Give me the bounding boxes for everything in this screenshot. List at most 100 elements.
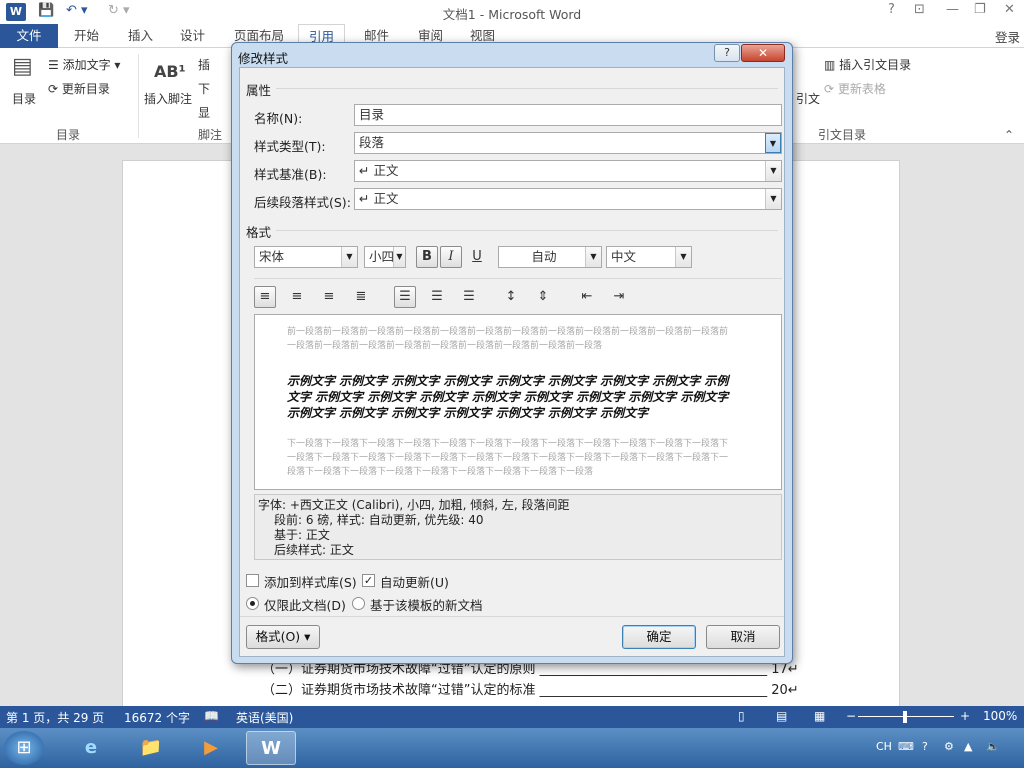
- chevron-down-icon[interactable]: ▼: [765, 161, 781, 181]
- settings-tray-icon[interactable]: ⚙: [944, 740, 954, 753]
- insert-endnote-button[interactable]: 插: [198, 56, 210, 73]
- add-to-gallery-checkbox[interactable]: [246, 574, 259, 587]
- modify-style-dialog: 修改样式 ? ✕ 属性 名称(N): 目录 样式类型(T): 段落 ▼ 样式基准(…: [231, 42, 793, 664]
- tab-home[interactable]: 开始: [64, 24, 109, 48]
- increase-para-spacing-icon[interactable]: ↕: [500, 286, 522, 308]
- format-menu-button[interactable]: 格式(O) ▾: [246, 625, 320, 649]
- page-count[interactable]: 第 1 页，共 29 页: [6, 709, 104, 726]
- next-style-select[interactable]: ↵ 正文 ▼: [354, 188, 782, 210]
- chevron-down-icon[interactable]: ▼: [585, 247, 601, 267]
- title-bar: W 💾 ↶ ▾ ↻ ▾ 文档1 - Microsoft Word ? ⊡ — ❐…: [0, 0, 1024, 24]
- toc-icon[interactable]: ▤: [12, 54, 33, 79]
- tab-insert[interactable]: 插入: [118, 24, 163, 48]
- toc-line-2[interactable]: （二）证券期货市场技术故障“过错”认定的标准 _________________…: [262, 679, 799, 698]
- only-this-document-radio[interactable]: [246, 597, 259, 610]
- minimize-icon[interactable]: —: [946, 2, 959, 17]
- collapse-ribbon-icon[interactable]: ⌃: [1004, 128, 1014, 142]
- chevron-down-icon[interactable]: ▼: [675, 247, 691, 267]
- dialog-title: 修改样式: [238, 51, 289, 66]
- word-count[interactable]: 16672 个字: [124, 709, 190, 726]
- restore-icon[interactable]: ❐: [974, 2, 986, 17]
- one-half-spacing-icon[interactable]: ☰: [426, 286, 448, 308]
- start-button-icon[interactable]: ⊞: [4, 731, 44, 765]
- chevron-down-icon[interactable]: ▼: [765, 133, 781, 153]
- chevron-down-icon[interactable]: ▼: [393, 247, 405, 267]
- status-bar: 第 1 页，共 29 页 16672 个字 📖 英语(美国) ▯ ▤ ▦ − +…: [0, 706, 1024, 728]
- show-notes-button[interactable]: 显: [198, 104, 210, 121]
- close-icon[interactable]: ✕: [1004, 2, 1015, 17]
- style-type-select[interactable]: 段落 ▼: [354, 132, 782, 154]
- new-docs-template-label[interactable]: 基于该模板的新文档: [370, 595, 483, 614]
- language-select[interactable]: 中文 ▼: [606, 246, 692, 268]
- only-this-document-label[interactable]: 仅限此文档(D): [264, 595, 346, 614]
- update-toc-button[interactable]: ⟳ 更新目录: [48, 80, 110, 97]
- add-to-gallery-label[interactable]: 添加到样式库(S): [264, 572, 357, 591]
- media-player-icon[interactable]: ▶: [186, 731, 236, 765]
- underline-button[interactable]: U: [466, 246, 488, 268]
- proofing-icon[interactable]: 📖: [204, 709, 219, 723]
- help-icon[interactable]: ?: [888, 2, 895, 17]
- tab-file[interactable]: 文件: [0, 24, 58, 48]
- dialog-help-button[interactable]: ?: [714, 44, 740, 62]
- language-indicator[interactable]: 英语(美国): [236, 709, 293, 726]
- double-spacing-icon[interactable]: ☰: [458, 286, 480, 308]
- decrease-indent-icon[interactable]: ⇤: [576, 286, 598, 308]
- zoom-out-icon[interactable]: −: [846, 709, 856, 723]
- justify-icon[interactable]: ≣: [350, 286, 372, 308]
- add-text-button[interactable]: ☰ 添加文字 ▾: [48, 56, 120, 73]
- align-left-icon[interactable]: ≡: [254, 286, 276, 308]
- sign-in-link[interactable]: 登录: [995, 27, 1020, 46]
- font-color-select[interactable]: 自动 ▼: [498, 246, 602, 268]
- insert-footnote-button[interactable]: 插入脚注: [144, 90, 192, 107]
- group-divider: [138, 54, 139, 138]
- align-right-icon[interactable]: ≡: [318, 286, 340, 308]
- ribbon-display-icon[interactable]: ⊡: [914, 2, 925, 17]
- print-layout-icon[interactable]: ▤: [776, 709, 787, 723]
- auto-update-checkbox[interactable]: ✓: [362, 574, 375, 587]
- chevron-down-icon[interactable]: ▼: [341, 247, 357, 267]
- volume-icon[interactable]: 🔈: [986, 740, 1000, 753]
- increase-indent-icon[interactable]: ⇥: [608, 286, 630, 308]
- zoom-slider-handle[interactable]: [903, 711, 907, 723]
- taskbar: ⊞ e 📁 ▶ W CH ⌨ ? ⚙ ▲ 🔈: [0, 728, 1024, 768]
- dialog-close-button[interactable]: ✕: [741, 44, 785, 62]
- section-format: 格式: [246, 225, 272, 240]
- font-select[interactable]: 宋体 ▼: [254, 246, 358, 268]
- keyboard-icon[interactable]: ⌨: [898, 740, 914, 753]
- file-explorer-icon[interactable]: 📁: [126, 731, 176, 765]
- auto-update-label[interactable]: 自动更新(U): [380, 572, 449, 591]
- help-tray-icon[interactable]: ?: [922, 740, 928, 753]
- italic-button[interactable]: I: [440, 246, 462, 268]
- show-hidden-icons-icon[interactable]: ▲: [964, 740, 972, 753]
- decrease-para-spacing-icon[interactable]: ⇕: [532, 286, 554, 308]
- style-description: 字体: +西文正文 (Calibri), 小四, 加粗, 倾斜, 左, 段落间距…: [254, 494, 782, 560]
- tab-design[interactable]: 设计: [170, 24, 215, 48]
- ok-button[interactable]: 确定: [622, 625, 696, 649]
- update-table-button[interactable]: ⟳ 更新表格: [824, 80, 886, 97]
- window-title: 文档1 - Microsoft Word: [442, 7, 582, 22]
- insert-toa-button[interactable]: ▥ 插入引文目录: [824, 56, 911, 73]
- toc-button[interactable]: 目录: [12, 90, 36, 107]
- input-language[interactable]: CH: [876, 740, 892, 753]
- chevron-down-icon[interactable]: ▼: [765, 189, 781, 209]
- zoom-in-icon[interactable]: +: [960, 709, 970, 723]
- description-line: 基于: 正文: [274, 528, 330, 542]
- section-divider: [276, 88, 778, 89]
- cancel-button[interactable]: 取消: [706, 625, 780, 649]
- zoom-level[interactable]: 100%: [983, 709, 1017, 723]
- word-taskbar-icon[interactable]: W: [246, 731, 296, 765]
- read-mode-icon[interactable]: ▯: [738, 709, 745, 723]
- name-input[interactable]: 目录: [354, 104, 782, 126]
- next-footnote-button[interactable]: 下: [198, 80, 210, 97]
- new-docs-template-radio[interactable]: [352, 597, 365, 610]
- font-size-select[interactable]: 小四 ▼: [364, 246, 406, 268]
- align-center-icon[interactable]: ≡: [286, 286, 308, 308]
- internet-explorer-icon[interactable]: e: [66, 731, 116, 765]
- single-spacing-icon[interactable]: ☰: [394, 286, 416, 308]
- footer-divider: [240, 616, 784, 617]
- web-layout-icon[interactable]: ▦: [814, 709, 825, 723]
- bold-button[interactable]: B: [416, 246, 438, 268]
- mark-citation-button[interactable]: 引文: [796, 90, 820, 107]
- footnote-icon[interactable]: AB¹: [154, 62, 186, 81]
- based-on-select[interactable]: ↵ 正文 ▼: [354, 160, 782, 182]
